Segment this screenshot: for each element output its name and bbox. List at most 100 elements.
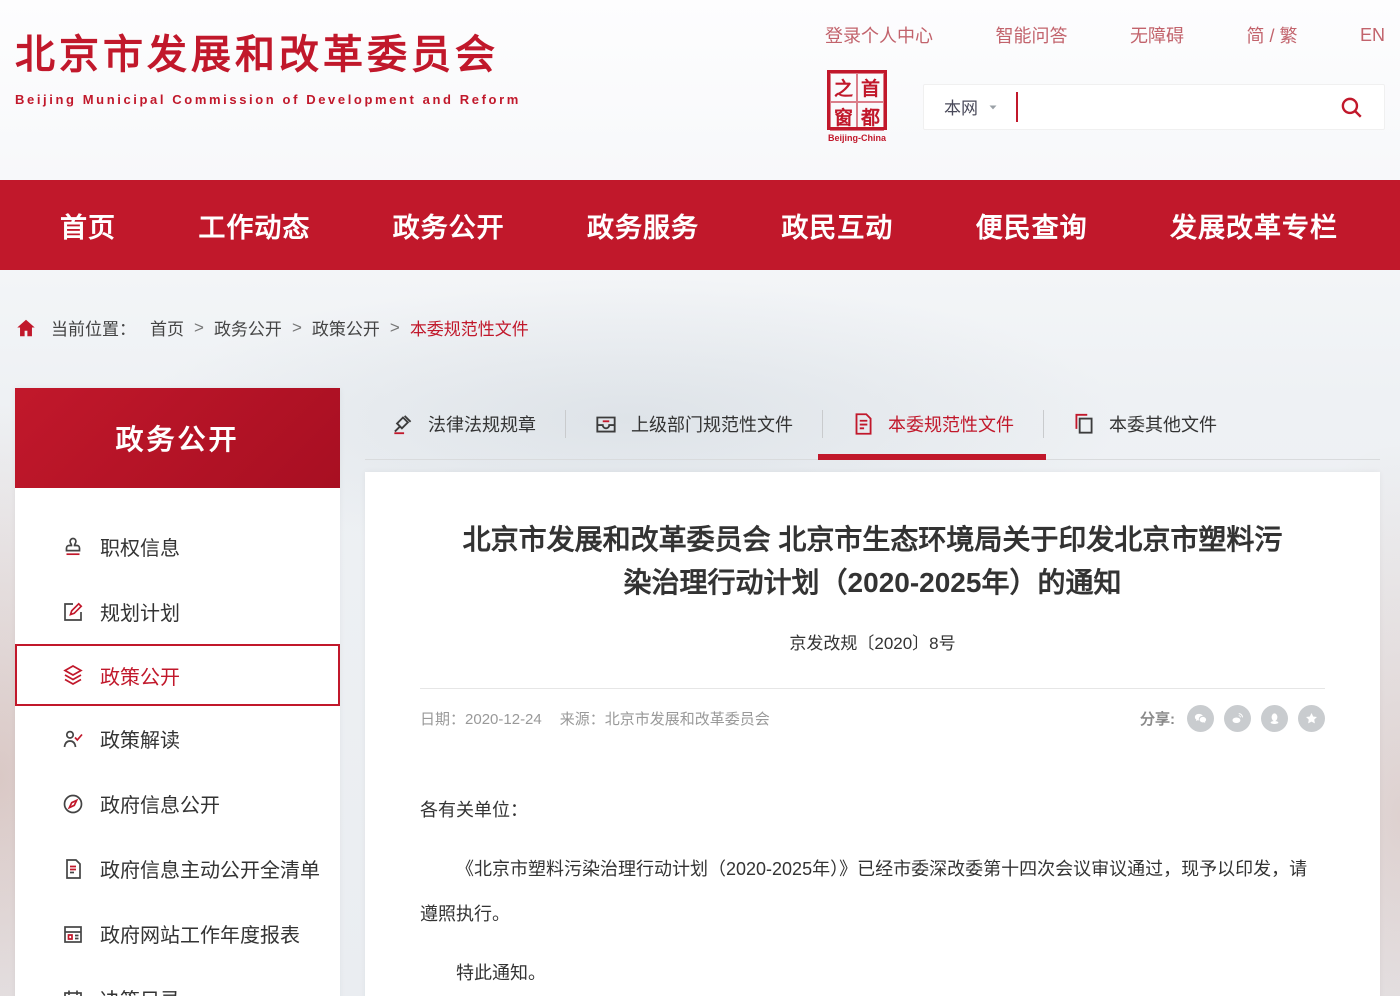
seal-char: 窗 [830,102,857,131]
qq-icon[interactable] [1261,705,1288,732]
article-meta: 日期：2020-12-24 来源：北京市发展和改革委员会 分享: [420,689,1325,732]
sidebar-item[interactable]: 政府信息主动公开全清单 [15,836,340,901]
doc-pen-icon [850,411,876,437]
nav-item[interactable]: 便民查询 [976,206,1088,245]
tab-label: 本委规范性文件 [888,411,1014,437]
sidebar-item[interactable]: 政策公开 [15,644,340,706]
inbox-icon [593,411,619,437]
article-date: 2020-12-24 [465,711,542,728]
compass-icon [61,792,85,816]
tab-label: 上级部门规范性文件 [631,411,793,437]
article-meta-left: 日期：2020-12-24 来源：北京市发展和改革委员会 [420,708,770,729]
nav-item[interactable]: 政务公开 [393,206,505,245]
breadcrumb: 当前位置： 首页 > 政务公开 > 政策公开 > 本委规范性文件 [15,315,1400,340]
top-link[interactable]: 无障碍 [1130,22,1184,48]
home-icon[interactable] [15,317,37,339]
copy-icon [1071,411,1097,437]
sidebar-title: 政务公开 [115,418,239,458]
body-closing: 特此通知。 [420,951,1325,996]
top-link[interactable]: 简 / 繁 [1246,22,1297,48]
search-bar: 本网 [923,84,1385,130]
nav-item[interactable]: 工作动态 [198,206,310,245]
tab-label: 法律法规规章 [428,411,536,437]
nav-item[interactable]: 政民互动 [781,206,893,245]
article-title: 北京市发展和改革委员会 北京市生态环境局关于印发北京市塑料污染治理行动计划（20… [453,518,1293,605]
body-paragraph: 《北京市塑料污染治理行动计划（2020-2025年）》已经市委深改委第十四次会议… [420,847,1325,937]
tab[interactable]: 本委规范性文件 [850,388,1014,459]
tab[interactable]: 上级部门规范性文件 [593,388,793,459]
sidebar-item-label: 政府网站工作年度报表 [100,919,300,948]
breadcrumb-item[interactable]: 首页 [150,315,184,340]
share-bar: 分享: [1140,705,1325,732]
sidebar-header: 政务公开 [15,388,340,488]
source-label: 来源： [560,711,605,728]
caret-down-icon [986,100,1000,114]
category-tabs: 法律法规规章 上级部门规范性文件 本委规范性文件 本委其他文件 [365,388,1380,460]
breadcrumb-separator: > [292,318,302,338]
tab[interactable]: 法律法规规章 [390,388,536,459]
search-scope-dropdown[interactable]: 本网 [944,94,1000,119]
sidebar-item-label: 规划计划 [100,597,180,626]
site-title-english: Beijing Municipal Commission of Developm… [15,92,521,107]
person-check-icon [61,727,85,751]
search-input[interactable] [1018,87,1338,127]
tab-label: 本委其他文件 [1109,411,1217,437]
gavel-icon [390,411,416,437]
seal-char: 首 [857,73,884,102]
article-card: 北京市发展和改革委员会 北京市生态环境局关于印发北京市塑料污染治理行动计划（20… [365,472,1380,996]
sidebar-menu: 职权信息 规划计划 政策公开 政策解读 [15,488,340,996]
sidebar-item[interactable]: 职权信息 [15,514,340,579]
edit-icon [61,600,85,624]
sidebar-item[interactable]: 决策目录 [15,966,340,996]
capital-window-seal-logo[interactable]: 之 首 窗 都 Beijing-China [825,70,889,143]
seal-char: 之 [830,73,857,102]
wechat-icon[interactable] [1187,705,1214,732]
breadcrumb-separator: > [194,318,204,338]
sidebar: 政务公开 职权信息 规划计划 政策公开 [15,388,340,996]
layers-icon [61,663,85,687]
top-link[interactable]: 登录个人中心 [825,22,933,48]
article-source: 北京市发展和改革委员会 [605,711,770,728]
nav-item[interactable]: 首页 [60,206,116,245]
sidebar-item-label: 决策目录 [100,984,180,996]
report-icon [61,922,85,946]
stamp-icon [61,535,85,559]
search-scope-label: 本网 [944,94,978,119]
site-logo[interactable]: 北京市发展和改革委员会 Beijing Municipal Commission… [15,22,521,107]
sidebar-item[interactable]: 政府信息公开 [15,771,340,836]
site-title: 北京市发展和改革委员会 [15,22,521,80]
sidebar-item-label: 职权信息 [100,532,180,561]
sidebar-item[interactable]: 政府网站工作年度报表 [15,901,340,966]
share-label: 分享: [1140,708,1175,729]
sidebar-item-label: 政府信息主动公开全清单 [100,854,320,883]
site-header: 北京市发展和改革委员会 Beijing Municipal Commission… [0,0,1400,180]
breadcrumb-trail: 首页 > 政务公开 > 政策公开 > 本委规范性文件 [150,315,529,340]
nav-item[interactable]: 政务服务 [587,206,699,245]
main-navigation: 首页 工作动态 政务公开 政务服务 政民互动 便民查询 发展改革专栏 [0,180,1400,270]
top-link[interactable]: EN [1360,25,1385,46]
breadcrumb-item[interactable]: 本委规范性文件 [410,315,529,340]
share-icons [1187,705,1325,732]
top-link[interactable]: 智能问答 [995,22,1067,48]
article-body: 各有关单位： 《北京市塑料污染治理行动计划（2020-2025年）》已经市委深改… [420,788,1325,996]
search-icon[interactable] [1338,94,1364,120]
breadcrumb-prefix: 当前位置： [51,315,136,340]
seal-caption: Beijing-China [825,133,889,143]
breadcrumb-item[interactable]: 政策公开 [312,315,380,340]
breadcrumb-separator: > [390,318,400,338]
sidebar-item[interactable]: 规划计划 [15,579,340,644]
calendar-icon [61,987,85,996]
star-icon[interactable] [1298,705,1325,732]
document-number: 京发改规〔2020〕8号 [420,629,1325,654]
weibo-icon[interactable] [1224,705,1251,732]
tab[interactable]: 本委其他文件 [1071,388,1217,459]
document-icon [61,857,85,881]
date-label: 日期： [420,711,465,728]
sidebar-item[interactable]: 政策解读 [15,706,340,771]
top-links: 登录个人中心 智能问答 无障碍 简 / 繁 EN [825,22,1385,48]
nav-item[interactable]: 发展改革专栏 [1170,206,1338,245]
sidebar-item-label: 政府信息公开 [100,789,220,818]
seal-char: 都 [857,102,884,131]
breadcrumb-item[interactable]: 政务公开 [214,315,282,340]
sidebar-item-label: 政策解读 [100,724,180,753]
